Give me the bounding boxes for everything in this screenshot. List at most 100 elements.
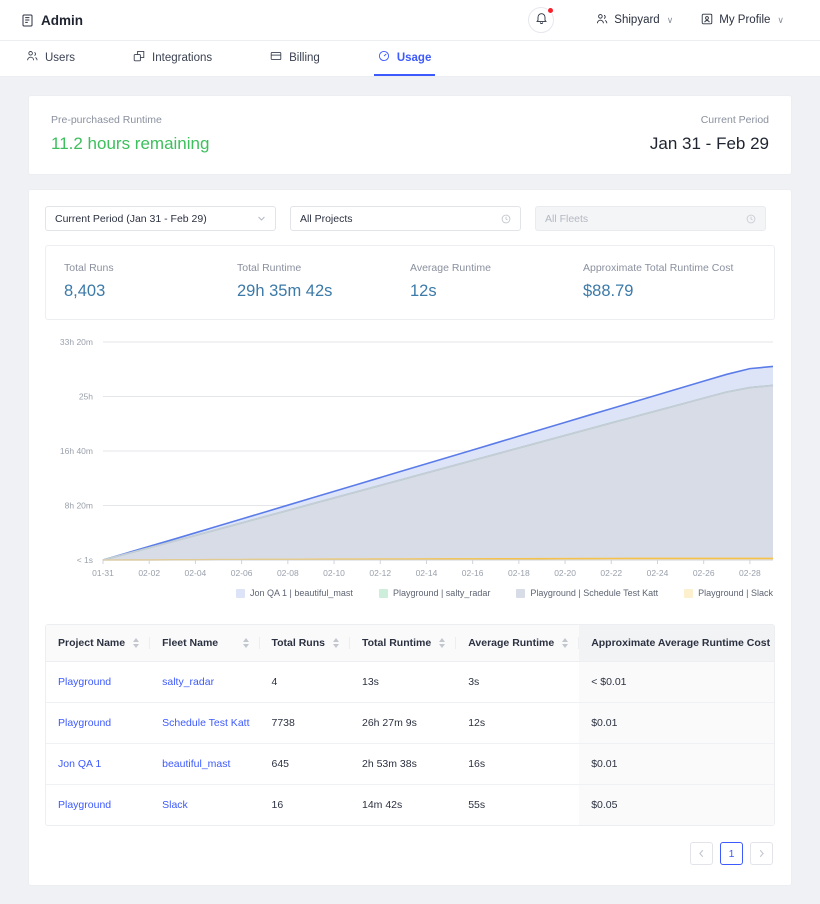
legend-item[interactable]: Jon QA 1 | beautiful_mast [236, 588, 353, 598]
table-row: Playground Slack 16 14m 42s 55s $0.05 [46, 784, 774, 826]
stat-label: Total Runs [64, 262, 114, 274]
usage-panel: Current Period (Jan 31 - Feb 29) All Pro… [28, 189, 792, 886]
stat-value: 12s [410, 282, 437, 300]
stat-label: Total Runtime [237, 262, 302, 274]
column-label: Fleet Name [162, 637, 219, 649]
cell-fleet-name[interactable]: Slack [150, 785, 259, 826]
org-menu-label: Shipyard [614, 14, 660, 26]
notification-dot [547, 7, 555, 14]
stat-average-runtime: Average Runtime 12s [410, 262, 583, 301]
sort-toggle[interactable] [133, 638, 140, 648]
tab-billing[interactable]: Billing [266, 41, 324, 76]
tab-integrations[interactable]: Integrations [129, 41, 216, 76]
period-select-value: Current Period (Jan 31 - Feb 29) [55, 212, 207, 225]
tab-usage[interactable]: Usage [373, 41, 436, 76]
prepurchased-value: 11.2 hours remaining [51, 134, 210, 153]
x-axis-tick-label: 02-04 [185, 568, 207, 578]
table-row: Playground Schedule Test Katt 7738 26h 27m … [46, 702, 774, 744]
sort-toggle[interactable] [439, 638, 446, 648]
column-total-runtime[interactable]: Total Runtime [349, 625, 457, 662]
profile-menu-label: My Profile [719, 14, 771, 26]
billing-icon [270, 50, 282, 65]
stat-value: 8,403 [64, 282, 106, 300]
legend-swatch [236, 588, 246, 598]
tab-billing-label: Billing [289, 51, 320, 64]
cell-approx-average-cost: < $0.01 [579, 661, 774, 703]
cell-approx-average-cost: $0.01 [579, 743, 774, 785]
column-project-name[interactable]: Project Name [46, 625, 151, 662]
x-axis-tick-label: 02-08 [277, 568, 299, 578]
profile-menu[interactable]: My Profile ∨ [687, 0, 798, 41]
pagination-next[interactable] [750, 842, 773, 865]
usage-area-chart: < 1s 8h 20m 16h 40m 25h 33h 20m 01-31 02-02 02-… [45, 332, 775, 610]
legend-label: Playground | Slack [698, 588, 773, 598]
cell-project-name[interactable]: Jon QA 1 [46, 743, 151, 785]
legend-item[interactable]: Playground | Slack [684, 588, 773, 598]
x-axis-tick-label: 02-12 [369, 568, 391, 578]
legend-swatch [684, 588, 694, 598]
x-axis-tick-label: 02-14 [416, 568, 438, 578]
column-label: Approximate Average Runtime Cost [591, 637, 771, 649]
y-axis-tick-label: 33h 20m [60, 337, 93, 347]
pagination: 1 [45, 842, 775, 865]
projects-select[interactable]: All Projects [290, 206, 521, 231]
sort-toggle[interactable] [242, 638, 249, 648]
column-fleet-name[interactable]: Fleet Name [150, 625, 260, 662]
stat-total-runtime: Total Runtime 29h 35m 42s [237, 262, 410, 301]
legend-item[interactable]: Playground | salty_radar [378, 588, 491, 598]
x-axis-tick-label: 02-10 [323, 568, 345, 578]
legend-label: Playground | salty_radar [392, 588, 491, 598]
pagination-prev[interactable] [690, 842, 713, 865]
tab-users[interactable]: Users [22, 41, 79, 76]
usage-page: Admin Shipyard ∨ My Profile ∨ Users Inte… [0, 0, 820, 904]
stat-label: Approximate Total Runtime Cost [583, 262, 734, 274]
table-body: Playground salty_radar 4 13s 3s < $0.01 Playgr… [46, 661, 774, 826]
clock-icon [501, 214, 511, 224]
sort-toggle[interactable] [562, 638, 569, 648]
cell-project-name[interactable]: Playground [46, 702, 151, 744]
filter-row: Current Period (Jan 31 - Feb 29) All Pro… [45, 206, 775, 231]
notifications-button[interactable] [528, 7, 555, 33]
cell-average-runtime: 3s [456, 661, 580, 703]
column-total-runs[interactable]: Total Runs [259, 625, 350, 662]
table-row: Jon QA 1 beautiful_mast 645 2h 53m 38s 16s $0… [46, 743, 774, 785]
chevron-right-icon [759, 849, 764, 858]
cell-fleet-name[interactable]: beautiful_mast [150, 743, 260, 785]
x-axis-tick-label: 02-16 [462, 568, 484, 578]
chevron-left-icon [699, 849, 704, 858]
legend-item[interactable]: Playground | Schedule Test Katt [516, 588, 658, 598]
cell-project-name[interactable]: Playground [46, 661, 151, 703]
period-select[interactable]: Current Period (Jan 31 - Feb 29) [45, 206, 276, 231]
profile-box-icon [701, 13, 713, 28]
x-axis-tick-label: 02-22 [600, 568, 622, 578]
fleets-select[interactable]: All Fleets [535, 206, 766, 231]
chart-legend: Jon QA 1 | beautiful_mast Playground | sa… [45, 588, 775, 598]
tab-bar: Users Integrations Billing Usage [0, 41, 820, 77]
fleets-select-placeholder: All Fleets [545, 212, 589, 225]
cell-total-runtime: 26h 27m 9s [349, 702, 457, 744]
cell-project-name[interactable]: Playground [46, 785, 150, 826]
brand[interactable]: Admin [22, 13, 83, 28]
current-period-value: Jan 31 - Feb 29 [649, 134, 769, 153]
bell-icon [535, 11, 547, 29]
cell-fleet-name[interactable]: salty_radar [150, 661, 260, 703]
book-icon [22, 14, 34, 27]
x-axis-tick-label: 01-31 [92, 568, 114, 578]
stat-value: $88.79 [583, 282, 634, 300]
stat-approx-total-cost: Approximate Total Runtime Cost $88.79 [583, 262, 756, 301]
sort-toggle[interactable] [332, 638, 339, 648]
chevron-down-icon [257, 214, 266, 223]
column-approx-average-cost[interactable]: Approximate Average Runtime Cost [579, 625, 774, 662]
legend-swatch [516, 588, 526, 598]
tab-usage-label: Usage [396, 51, 432, 64]
legend-label: Playground | Schedule Test Katt [530, 588, 659, 598]
people-icon [596, 13, 608, 28]
column-average-runtime[interactable]: Average Runtime [456, 625, 580, 662]
cell-fleet-name[interactable]: Schedule Test Katt [150, 702, 260, 744]
top-bar: Admin Shipyard ∨ My Profile ∨ [0, 0, 820, 41]
org-menu[interactable]: Shipyard ∨ [582, 0, 687, 41]
cell-total-runs: 16 [271, 799, 284, 811]
pagination-page-1[interactable]: 1 [720, 842, 743, 865]
stats-row: Total Runs 8,403 Total Runtime 29h 35m 4… [45, 245, 775, 320]
cell-total-runs: 7738 [259, 702, 350, 744]
